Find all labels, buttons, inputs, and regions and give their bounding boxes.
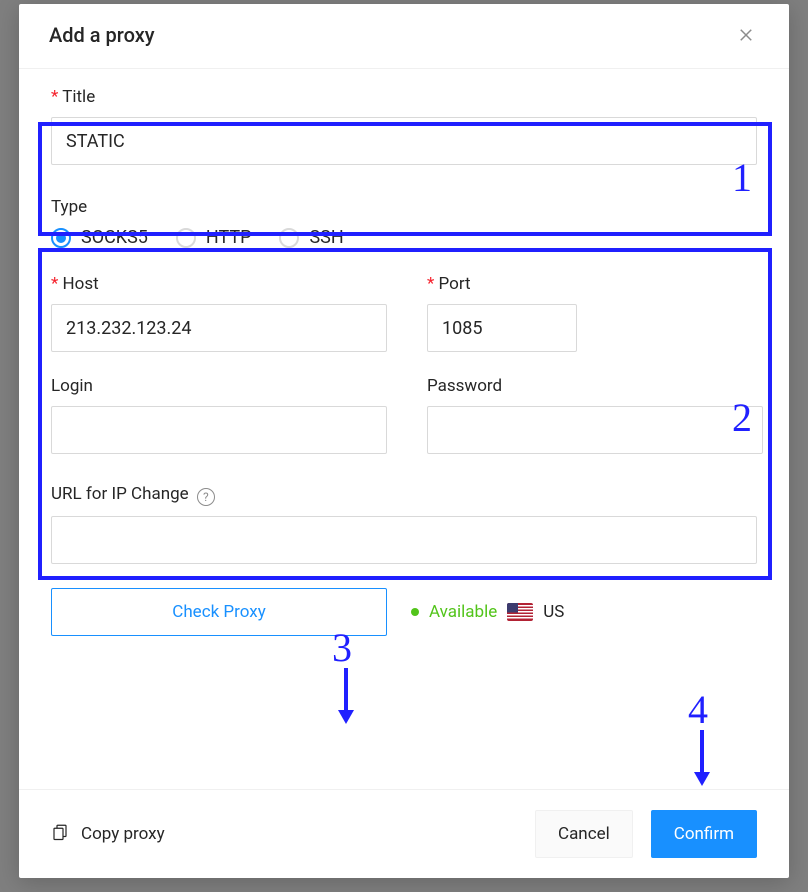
annotation-number-1: 1	[732, 154, 752, 201]
port-input[interactable]	[427, 304, 577, 352]
password-label: Password	[427, 376, 763, 396]
copy-proxy-button[interactable]: Copy proxy	[51, 822, 165, 847]
modal-title: Add a proxy	[49, 23, 155, 47]
radio-icon	[279, 228, 299, 248]
check-row: Check Proxy Available US	[51, 588, 757, 636]
host-group: Host	[51, 274, 387, 352]
radio-label: SSH	[309, 227, 343, 248]
annotation-number-4: 4	[688, 686, 708, 733]
confirm-button[interactable]: Confirm	[651, 810, 757, 858]
host-label: Host	[51, 274, 387, 294]
host-input[interactable]	[51, 304, 387, 352]
annotation-number-3: 3	[332, 624, 352, 671]
url-change-label: URL for IP Change ?	[51, 484, 757, 506]
radio-label: SOCKS5	[81, 227, 148, 248]
url-change-label-text: URL for IP Change	[51, 484, 189, 504]
radio-label: HTTP	[206, 227, 252, 248]
login-label: Login	[51, 376, 387, 396]
radio-icon	[51, 228, 71, 248]
password-group: Password	[427, 376, 763, 454]
status-text: Available	[429, 602, 497, 622]
port-group: Port	[427, 274, 577, 352]
type-radio-row: SOCKS5 HTTP SSH	[51, 227, 757, 248]
cancel-button[interactable]: Cancel	[535, 810, 633, 858]
help-icon[interactable]: ?	[197, 488, 215, 506]
title-input[interactable]	[51, 117, 757, 165]
radio-http[interactable]: HTTP	[176, 227, 252, 248]
modal-body: Title Type SOCKS5 HTTP SSH	[19, 69, 789, 789]
port-label: Port	[427, 274, 577, 294]
copy-proxy-label: Copy proxy	[81, 824, 165, 844]
status-country: US	[543, 602, 564, 622]
status-dot-icon	[411, 608, 419, 616]
radio-icon	[176, 228, 196, 248]
title-group: Title	[51, 87, 757, 165]
annotation-number-2: 2	[732, 394, 752, 441]
title-label: Title	[51, 87, 757, 107]
password-input[interactable]	[427, 406, 763, 454]
url-change-input[interactable]	[51, 516, 757, 564]
radio-ssh[interactable]: SSH	[279, 227, 343, 248]
modal-footer: Copy proxy Cancel Confirm	[19, 789, 789, 878]
url-change-group: URL for IP Change ?	[51, 484, 757, 564]
close-icon	[737, 26, 755, 44]
login-group: Login	[51, 376, 387, 454]
proxy-status: Available US	[411, 602, 564, 622]
login-password-row: Login Password	[51, 376, 757, 454]
footer-buttons: Cancel Confirm	[535, 810, 757, 858]
type-label: Type	[51, 197, 757, 217]
type-group: Type SOCKS5 HTTP SSH	[51, 197, 757, 248]
host-port-row: Host Port	[51, 274, 757, 352]
close-button[interactable]	[733, 22, 759, 48]
flag-us-icon	[507, 603, 533, 621]
add-proxy-modal: Add a proxy Title Type SOCKS5 HTTP	[19, 4, 789, 878]
login-input[interactable]	[51, 406, 387, 454]
modal-header: Add a proxy	[19, 4, 789, 69]
radio-socks5[interactable]: SOCKS5	[51, 227, 148, 248]
copy-icon	[51, 822, 69, 847]
